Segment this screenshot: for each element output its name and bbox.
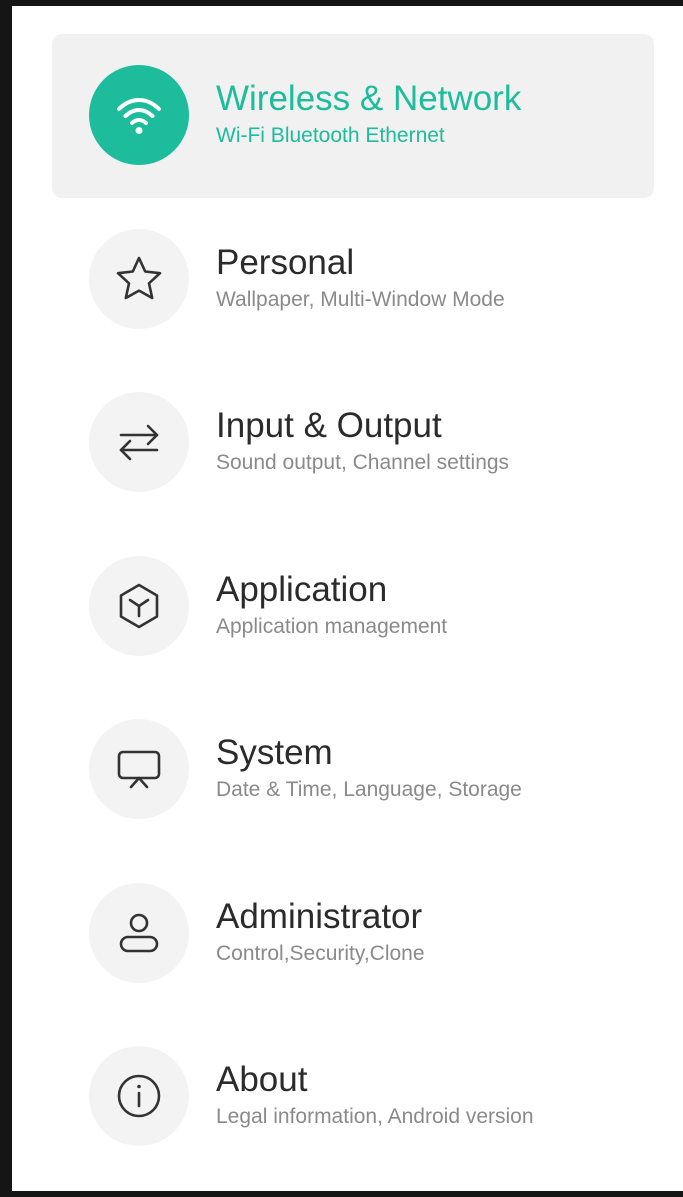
- menu-item-subtitle: Wallpaper, Multi-Window Mode: [216, 287, 505, 311]
- menu-item-title: About: [216, 1060, 308, 1099]
- menu-item-subtitle: Date & Time, Language, Storage: [216, 778, 522, 801]
- presentation-screen-icon-container: [89, 719, 189, 819]
- menu-item-wireless-network[interactable]: Wireless & Network Wi-Fi Bluetooth Ether…: [52, 34, 654, 198]
- menu-item-subtitle: Control,Security,Clone: [216, 941, 425, 965]
- menu-item-input-output[interactable]: Input & Output Sound output, Channel set…: [52, 361, 654, 525]
- menu-item-subtitle: Wi-Fi Bluetooth Ethernet: [216, 124, 445, 147]
- star-icon-container: [89, 228, 189, 329]
- wifi-icon: [117, 98, 161, 134]
- menu-item-subtitle: Application management: [216, 614, 448, 638]
- menu-item-system[interactable]: System Date & Time, Language, Storage: [52, 688, 654, 852]
- menu-item-title: System: [216, 733, 333, 772]
- menu-item-administrator[interactable]: Administrator Control,Security,Clone: [52, 852, 654, 1016]
- info-icon: [117, 1074, 161, 1118]
- menu-item-application[interactable]: Application Application management: [52, 525, 654, 689]
- settings-panel: Wireless & Network Wi-Fi Bluetooth Ether…: [0, 0, 683, 1197]
- star-icon: [116, 256, 162, 299]
- menu-item-title: Administrator: [216, 896, 423, 936]
- menu-item-title: Input & Output: [216, 406, 442, 445]
- cube-icon: [119, 583, 159, 628]
- presentation-screen-icon: [117, 750, 161, 789]
- menu-item-title: Wireless & Network: [216, 79, 522, 118]
- menu-item-title: Personal: [216, 242, 355, 282]
- wifi-icon-container: [89, 65, 189, 165]
- swap-arrows-icon-container: [89, 392, 189, 492]
- swap-arrows-icon: [119, 424, 159, 461]
- menu-item-subtitle: Sound output, Channel settings: [216, 451, 510, 474]
- user-icon: [119, 913, 159, 952]
- settings-menu: Wireless & Network Wi-Fi Bluetooth Ether…: [52, 34, 654, 1179]
- user-icon-container: [89, 882, 189, 983]
- menu-item-subtitle: Legal information, Android version: [216, 1105, 534, 1128]
- menu-item-personal[interactable]: Personal Wallpaper, Multi-Window Mode: [52, 198, 654, 362]
- menu-item-title: Application: [216, 569, 388, 609]
- cube-icon-container: [89, 555, 189, 656]
- menu-item-about[interactable]: About Legal information, Android version: [52, 1015, 654, 1179]
- info-icon-container: [89, 1046, 189, 1146]
